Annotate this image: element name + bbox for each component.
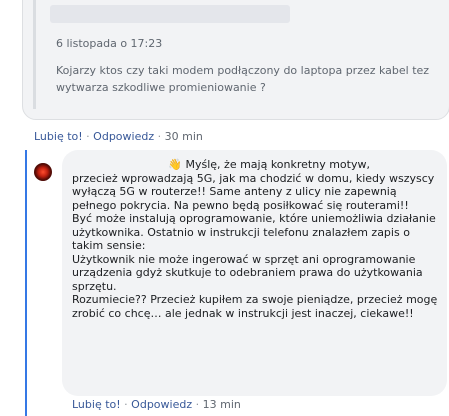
- blurred-author-name: [50, 5, 290, 23]
- like-link[interactable]: Lubię to!: [72, 398, 121, 411]
- reply-link[interactable]: Odpowiedz: [131, 398, 192, 411]
- like-link[interactable]: Lubię to!: [34, 130, 83, 143]
- comment-actions-1: Lubię to! · Odpowiedz · 30 min: [34, 130, 203, 143]
- reply-link[interactable]: Odpowiedz: [93, 130, 154, 143]
- comment-bubble: 👋 Myślę, że mają konkretny motyw, przeci…: [62, 150, 447, 396]
- comment-text: 👋 Myślę, że mają konkretny motyw, przeci…: [72, 158, 438, 320]
- quoted-post: 6 listopada o 17:23 Kojarzy ktos czy tak…: [33, 0, 438, 109]
- quoted-post-card: 6 listopada o 17:23 Kojarzy ktos czy tak…: [22, 0, 449, 120]
- quoted-post-text: Kojarzy ktos czy taki modem podłączony d…: [56, 64, 430, 94]
- comment-timestamp[interactable]: 13 min: [203, 398, 241, 411]
- comment-actions-2: Lubię to! · Odpowiedz · 13 min: [72, 398, 241, 411]
- quoted-post-date: 6 listopada o 17:23: [56, 37, 163, 50]
- waving-hand-icon: 👋: [168, 158, 182, 171]
- comment-timestamp[interactable]: 30 min: [165, 130, 203, 143]
- reply-thread-line: [25, 150, 27, 416]
- avatar[interactable]: [34, 163, 52, 181]
